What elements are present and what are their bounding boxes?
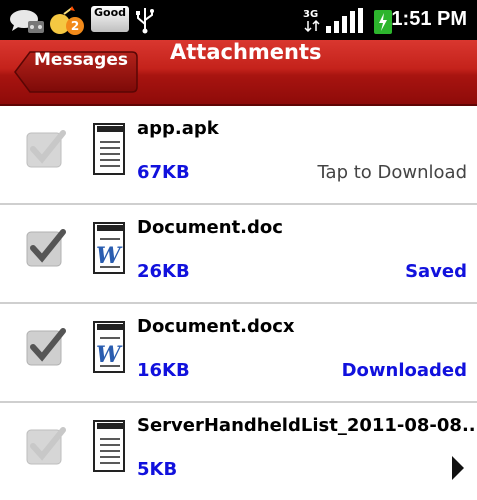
attachment-row[interactable]: W Document.doc 26KB Saved [0, 205, 477, 304]
play-arrow-icon[interactable] [451, 455, 465, 481]
svg-text:W: W [96, 342, 123, 368]
attachment-size: 67KB [137, 162, 190, 183]
good-app-icon: Good [91, 6, 129, 32]
word-document-icon: W [93, 321, 125, 373]
attachment-status: Downloaded [341, 360, 467, 381]
back-button-label: Messages [34, 50, 128, 70]
checkbox-checked-icon[interactable] [25, 228, 67, 268]
generic-document-icon [93, 420, 125, 472]
network-label: 3G [303, 9, 318, 20]
title-bar: Messages Attachments [0, 40, 477, 106]
attachment-row[interactable]: app.apk 67KB Tap to Download [0, 106, 477, 205]
status-time: 1:51 PM [391, 8, 467, 30]
checkbox-icon[interactable] [25, 129, 67, 169]
usb-icon [136, 8, 154, 34]
checkbox-icon[interactable] [25, 426, 67, 466]
attachment-row[interactable]: W Document.docx 16KB Downloaded [0, 304, 477, 403]
back-to-messages-button[interactable]: Messages [14, 50, 138, 94]
attachment-name: Document.docx [137, 316, 295, 337]
chat-bubble-icon [10, 10, 44, 33]
status-bar: 2 Good 3G 1:51 PM [0, 0, 477, 40]
attachment-size: 16KB [137, 360, 190, 381]
attachment-name: app.apk [137, 118, 219, 139]
attachment-size: 26KB [137, 261, 190, 282]
good-label: Good [93, 6, 127, 19]
network-3g-icon: 3G [303, 9, 320, 33]
page-title: Attachments [170, 40, 322, 64]
svg-text:W: W [96, 243, 123, 269]
attachment-list: app.apk 67KB Tap to Download W Document.… [0, 106, 477, 500]
attachment-name: ServerHandheldList_2011-08-08.... [137, 415, 477, 436]
attachment-status: Saved [405, 261, 467, 282]
checkbox-checked-icon[interactable] [25, 327, 67, 367]
attachment-status[interactable]: Tap to Download [318, 162, 467, 183]
generic-document-icon [93, 123, 125, 175]
attachment-name: Document.doc [137, 217, 283, 238]
notification-count-badge: 2 [66, 17, 84, 35]
attachment-size: 5KB [137, 459, 178, 480]
signal-strength-icon [326, 8, 363, 33]
battery-charging-icon [374, 10, 392, 34]
word-document-icon: W [93, 222, 125, 274]
attachment-row[interactable]: ServerHandheldList_2011-08-08.... 5KB [0, 403, 477, 500]
